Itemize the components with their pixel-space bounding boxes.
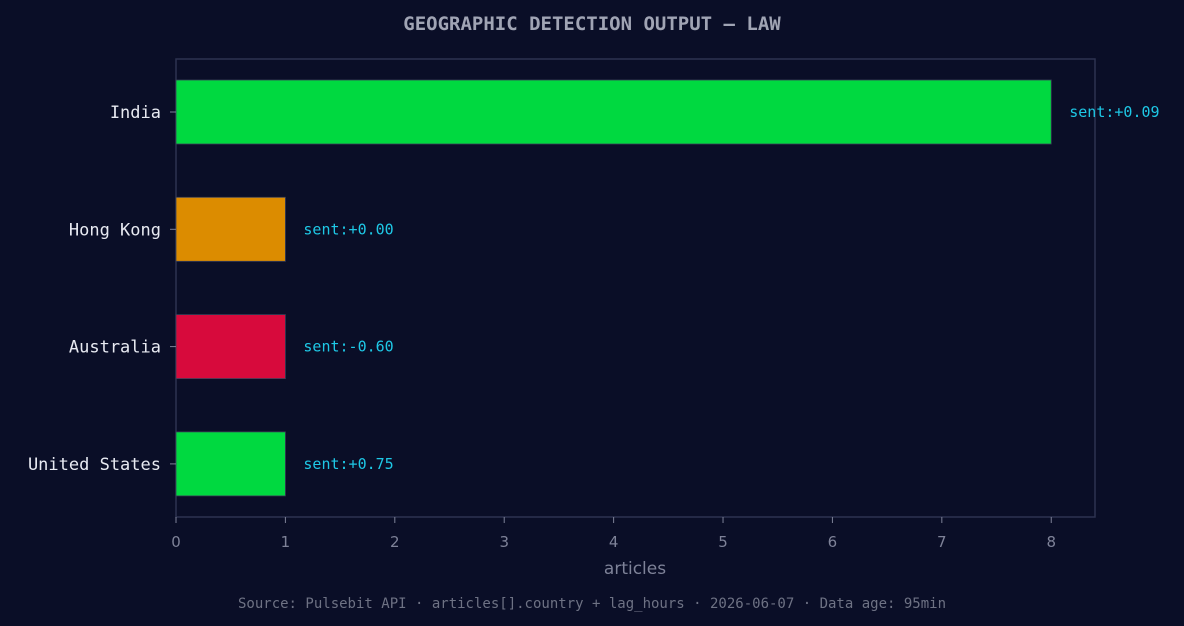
x-tick-label: 6	[828, 533, 838, 551]
data-label: sent:+0.09	[1069, 103, 1159, 121]
bar-hong-kong	[175, 196, 286, 262]
y-tick-label: Australia	[69, 338, 161, 358]
x-tick-label: 1	[281, 533, 291, 551]
x-tick-label: 8	[1046, 533, 1056, 551]
x-axis-label: articles	[604, 559, 666, 579]
x-tick-label: 3	[499, 533, 509, 551]
data-label: sent:+0.00	[303, 220, 393, 238]
x-tick-label: 2	[390, 533, 400, 551]
chart-frame: GEOGRAPHIC DETECTION OUTPUT — LAW India s…	[0, 0, 1184, 626]
data-label: sent:+0.75	[303, 455, 393, 473]
data-label: sent:-0.60	[303, 338, 393, 356]
bar-chart: GEOGRAPHIC DETECTION OUTPUT — LAW India s…	[0, 0, 1184, 626]
x-tick-label: 4	[609, 533, 619, 551]
footer-source: Source: Pulsebit API · articles[].countr…	[238, 596, 946, 612]
x-tick-label: 7	[937, 533, 947, 551]
x-tick-label: 0	[171, 533, 181, 551]
y-tick-label: United States	[28, 455, 161, 475]
y-tick-label: India	[110, 103, 161, 123]
x-tick-label: 5	[718, 533, 728, 551]
bar-india	[175, 79, 1052, 145]
y-tick-label: Hong Kong	[69, 220, 161, 240]
chart-title: GEOGRAPHIC DETECTION OUTPUT — LAW	[403, 13, 781, 35]
bar-australia	[175, 314, 286, 380]
bar-united-states	[175, 431, 286, 497]
